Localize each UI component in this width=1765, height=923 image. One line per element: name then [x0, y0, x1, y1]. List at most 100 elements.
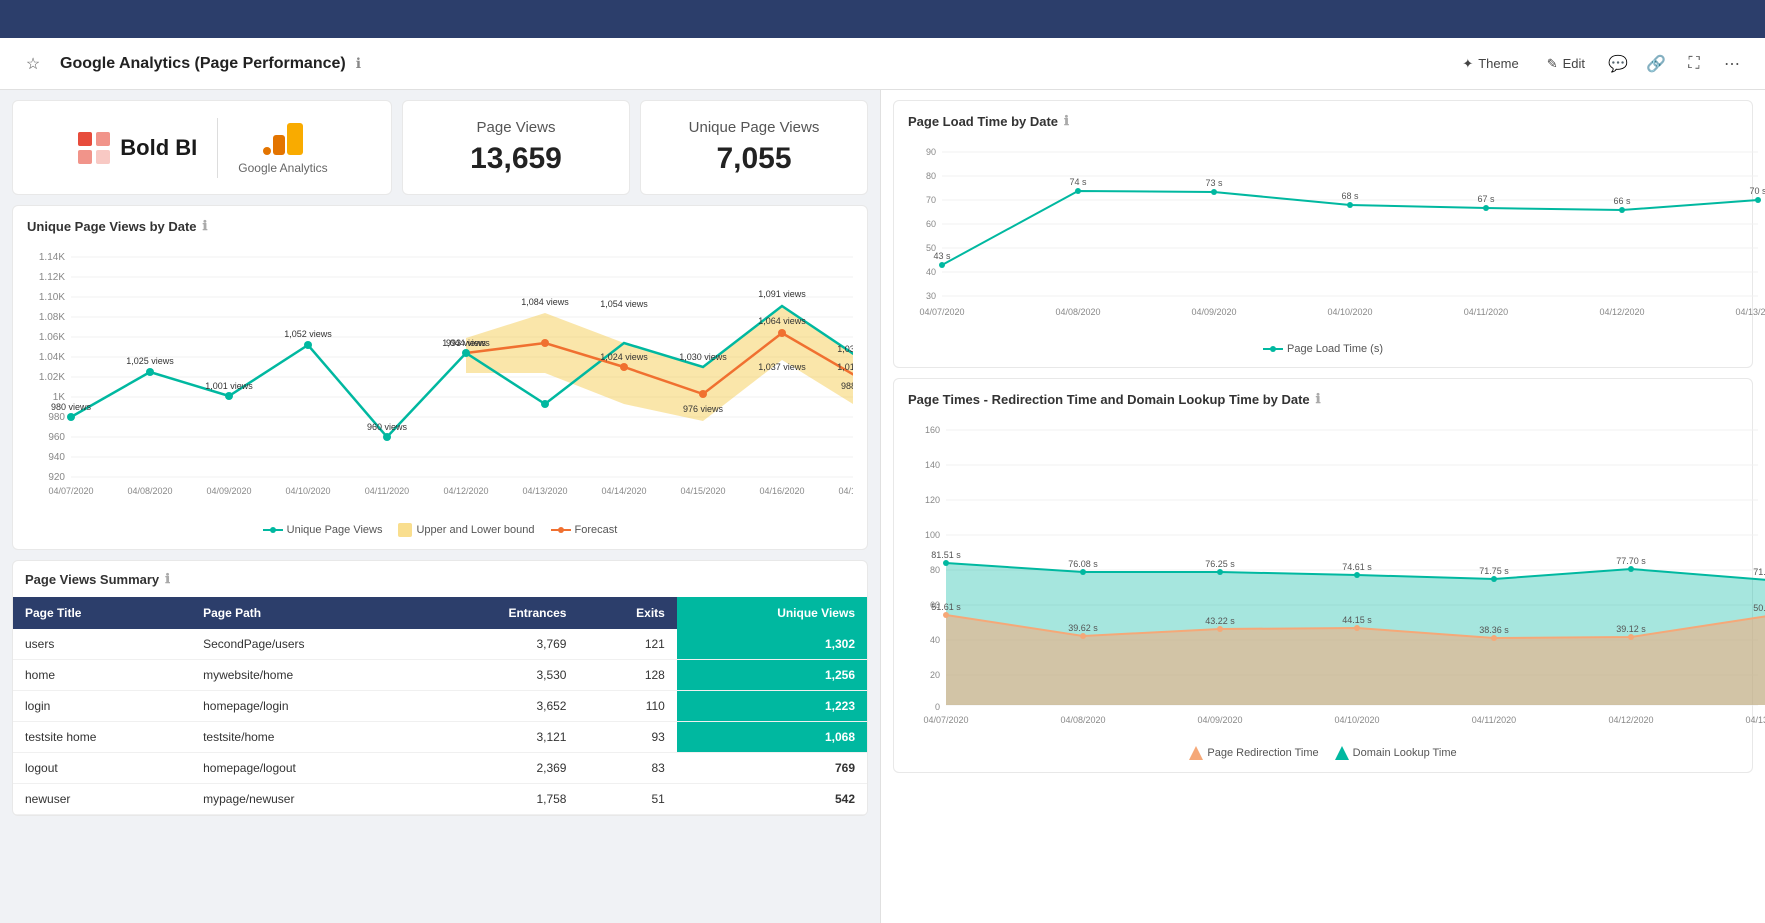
legend-forecast: Forecast: [551, 524, 618, 536]
svg-text:39.62 s: 39.62 s: [1068, 623, 1098, 633]
right-panel: Page Load Time by Date ℹ 90 80 70 60 50 …: [880, 90, 1765, 923]
svg-text:73 s: 73 s: [1205, 178, 1223, 188]
topbar: [0, 0, 1765, 38]
info-icon[interactable]: ℹ: [356, 55, 361, 72]
bold-bi-label: Bold BI: [120, 135, 197, 161]
unique-views-value: 7,055: [716, 142, 791, 176]
page-times-svg: 160 140 120 100 80 60 40 20 0: [908, 415, 1765, 735]
more-button[interactable]: ⋯: [1715, 47, 1749, 81]
page-load-title: Page Load Time by Date ℹ: [908, 113, 1738, 129]
svg-text:140: 140: [925, 460, 940, 470]
svg-text:04/12/2020: 04/12/2020: [443, 486, 488, 496]
theme-button[interactable]: ✦ Theme: [1450, 51, 1530, 77]
metrics-row: Bold BI Google Analytics Page Views 13,6…: [12, 100, 868, 195]
table-row: testsite home testsite/home 3,121 93 1,0…: [13, 722, 867, 753]
cell-exits: 110: [578, 691, 676, 722]
col-page-title: Page Title: [13, 597, 191, 629]
unique-views-label: Unique Page Views: [689, 119, 820, 136]
svg-text:980: 980: [48, 412, 65, 423]
svg-text:04/13/2020: 04/13/2020: [1745, 715, 1765, 725]
cell-unique: 1,256: [677, 660, 867, 691]
cell-path: homepage/logout: [191, 753, 425, 784]
svg-text:1,037 views: 1,037 views: [758, 362, 806, 372]
star-button[interactable]: ☆: [16, 47, 50, 81]
svg-text:1,054 views: 1,054 views: [600, 299, 648, 309]
page-load-chart: Page Load Time by Date ℹ 90 80 70 60 50 …: [893, 100, 1753, 368]
page-load-legend: Page Load Time (s): [908, 343, 1738, 355]
cell-unique: 769: [677, 753, 867, 784]
col-unique-views: Unique Views: [677, 597, 867, 629]
ga-label: Google Analytics: [238, 161, 327, 175]
svg-text:1,001 views: 1,001 views: [205, 381, 253, 391]
svg-text:38.36 s: 38.36 s: [1479, 625, 1509, 635]
svg-text:04/16/2020: 04/16/2020: [759, 486, 804, 496]
edit-button[interactable]: ✎ Edit: [1535, 51, 1597, 77]
svg-text:1,013 views: 1,013 views: [837, 362, 853, 372]
table-header-row: Page Title Page Path Entrances Exits Uni…: [13, 597, 867, 629]
fullscreen-button[interactable]: ⛶: [1677, 47, 1711, 81]
svg-text:76.25 s: 76.25 s: [1205, 559, 1235, 569]
cell-unique: 1,068: [677, 722, 867, 753]
svg-text:0: 0: [935, 702, 940, 712]
svg-text:160: 160: [925, 425, 940, 435]
cell-title: users: [13, 629, 191, 660]
cell-path: homepage/login: [191, 691, 425, 722]
svg-text:04/08/2020: 04/08/2020: [1060, 715, 1105, 725]
svg-text:39.12 s: 39.12 s: [1616, 624, 1646, 634]
legend-redirection: Page Redirection Time: [1189, 746, 1318, 760]
svg-text:74.61 s: 74.61 s: [1342, 562, 1372, 572]
page-views-card: Page Views 13,659: [402, 100, 630, 195]
svg-text:940: 940: [48, 452, 65, 463]
table-info-icon[interactable]: ℹ: [165, 571, 170, 587]
svg-text:980 views: 980 views: [51, 402, 92, 412]
cell-path: mywebsite/home: [191, 660, 425, 691]
cell-entrances: 2,369: [425, 753, 578, 784]
more-icon: ⋯: [1724, 54, 1740, 74]
comment-icon: 💬: [1608, 54, 1628, 74]
comment-button[interactable]: 💬: [1601, 47, 1635, 81]
chart-info-icon[interactable]: ℹ: [203, 218, 208, 234]
svg-text:70 s: 70 s: [1749, 186, 1765, 196]
page-load-info[interactable]: ℹ: [1064, 113, 1069, 129]
svg-text:43 s: 43 s: [933, 251, 951, 261]
page-views-label: Page Views: [477, 119, 556, 136]
svg-text:04/11/2020: 04/11/2020: [1464, 307, 1508, 317]
svg-text:40: 40: [930, 635, 940, 645]
legend-unique-views: Unique Page Views: [263, 524, 383, 536]
col-page-path: Page Path: [191, 597, 425, 629]
cell-path: SecondPage/users: [191, 629, 425, 660]
svg-text:04/08/2020: 04/08/2020: [1055, 307, 1100, 317]
svg-text:1,030 views: 1,030 views: [679, 352, 727, 362]
svg-text:66 s: 66 s: [1613, 196, 1631, 206]
cell-title: login: [13, 691, 191, 722]
edit-icon: ✎: [1547, 56, 1558, 72]
svg-text:1,044 views: 1,044 views: [442, 338, 490, 348]
page-times-legend: Page Redirection Time Domain Lookup Time: [908, 746, 1738, 760]
cell-exits: 121: [578, 629, 676, 660]
table-title: Page Views Summary ℹ: [13, 561, 867, 597]
svg-text:04/17/2020: 04/17/2020: [838, 486, 853, 496]
svg-text:1,084 views: 1,084 views: [521, 297, 569, 307]
svg-text:04/11/2020: 04/11/2020: [1472, 715, 1516, 725]
header-right: ✦ Theme ✎ Edit 💬 🔗 ⛶ ⋯: [1450, 47, 1749, 81]
cell-title: newuser: [13, 784, 191, 815]
svg-text:100: 100: [925, 530, 940, 540]
header-left: ☆ Google Analytics (Page Performance) ℹ: [16, 47, 361, 81]
svg-text:960 views: 960 views: [367, 422, 408, 432]
link-button[interactable]: 🔗: [1639, 47, 1673, 81]
chart-legend: Unique Page Views Upper and Lower bound …: [27, 523, 853, 537]
svg-text:1,038 views: 1,038 views: [837, 344, 853, 354]
svg-text:68 s: 68 s: [1341, 191, 1359, 201]
svg-text:04/12/2020: 04/12/2020: [1608, 715, 1653, 725]
svg-text:43.22 s: 43.22 s: [1205, 616, 1235, 626]
page-times-title: Page Times - Redirection Time and Domain…: [908, 391, 1738, 407]
table-row: newuser mypage/newuser 1,758 51 542: [13, 784, 867, 815]
legend-page-load: Page Load Time (s): [1263, 343, 1383, 355]
unique-views-svg-container: 1.14K 1.12K 1.10K 1.08K 1.06K 1.04K 1.02…: [27, 242, 853, 515]
svg-text:81.51 s: 81.51 s: [931, 550, 961, 560]
page-times-chart: Page Times - Redirection Time and Domain…: [893, 378, 1753, 773]
svg-text:120: 120: [925, 495, 940, 505]
svg-text:1,064 views: 1,064 views: [758, 316, 806, 326]
cell-unique: 1,223: [677, 691, 867, 722]
page-times-info[interactable]: ℹ: [1316, 391, 1321, 407]
